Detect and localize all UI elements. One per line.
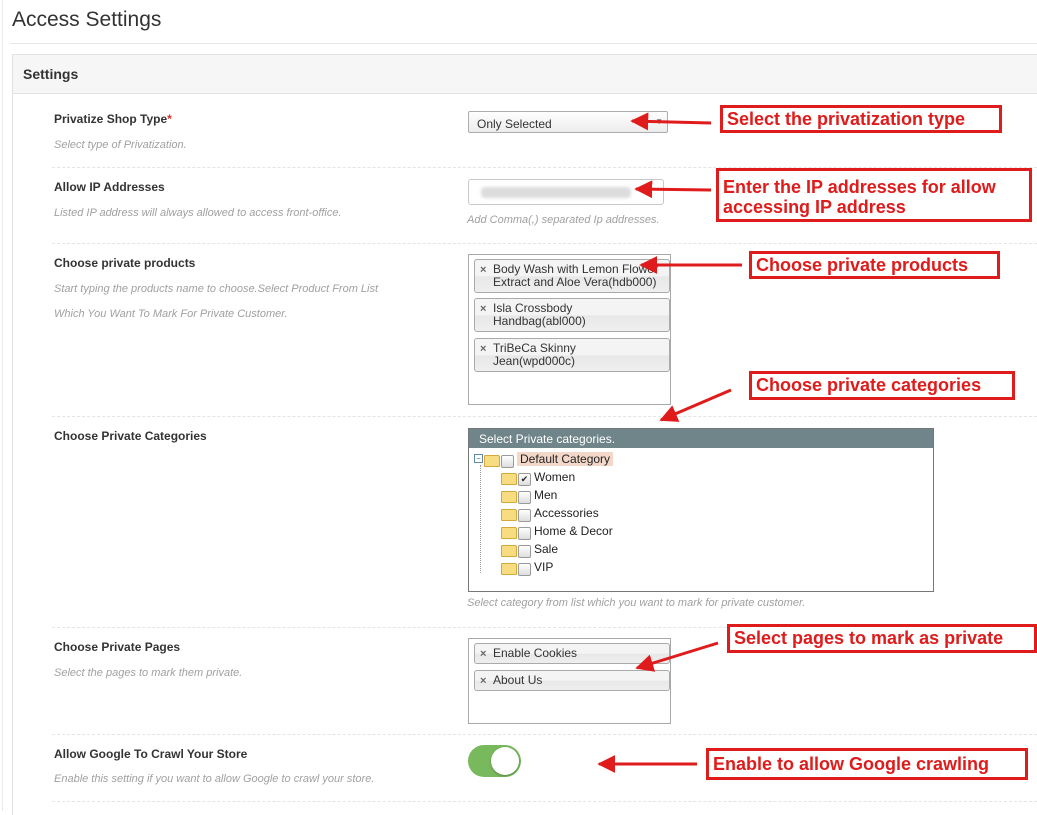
callout-ip-line2: accessing IP address	[723, 197, 906, 217]
callout-private-pages: Select pages to mark as private	[727, 624, 1037, 653]
callout-google-crawl: Enable to allow Google crawling	[706, 748, 1028, 780]
callout-ip-line1: Enter the IP addresses for allow	[723, 177, 996, 197]
callout-private-products: Choose private products	[749, 251, 1000, 279]
arrow-pages	[635, 641, 719, 672]
callout-privatization-type: Select the privatization type	[720, 105, 1002, 133]
arrow-type	[630, 112, 712, 131]
arrow-categories	[659, 388, 732, 422]
callout-private-categories: Choose private categories	[749, 371, 1015, 400]
callout-ip-addresses: Enter the IP addresses for allow accessi…	[716, 168, 1032, 222]
arrow-ip	[634, 180, 712, 199]
